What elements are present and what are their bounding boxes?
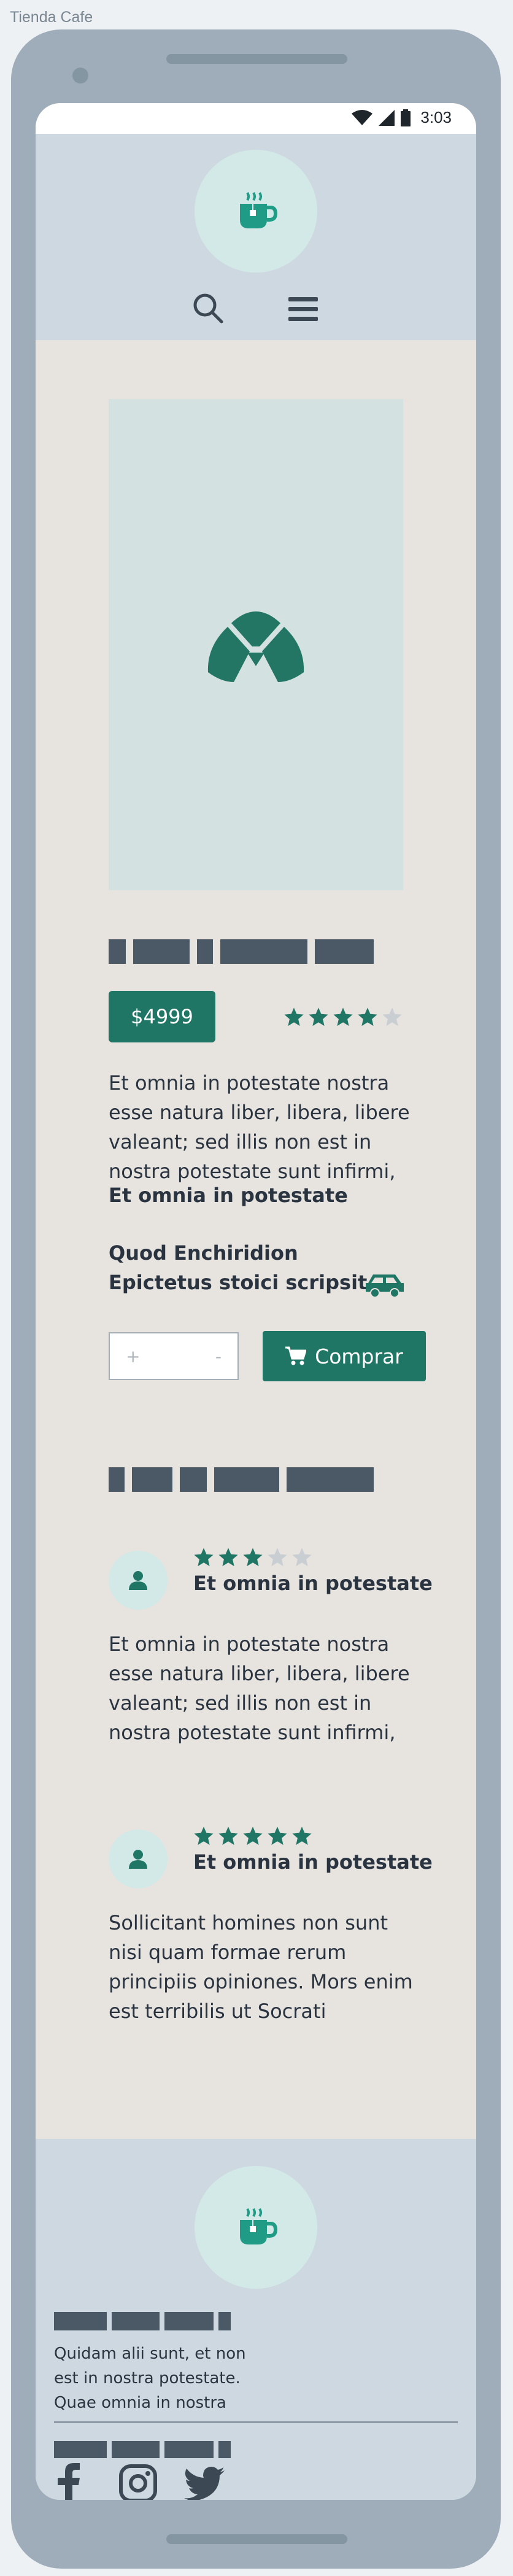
croissant-icon (207, 611, 304, 682)
menu-button[interactable] (287, 295, 319, 324)
shipping-text-line-2: Epictetus stoici scripsit. (109, 1271, 375, 1294)
star-empty-icon (382, 1007, 402, 1026)
footer-divider (54, 2421, 458, 2423)
car-icon (366, 1274, 404, 1298)
price-badge: $4999 (109, 991, 215, 1042)
footer-links-placeholder (54, 2441, 231, 2458)
phone-screen: 3:03 $4999 Et omnia in potestate nostra … (36, 103, 476, 2500)
wifi-icon (352, 109, 373, 125)
hamburger-menu-icon (288, 297, 318, 321)
home-indicator (166, 2534, 347, 2544)
footer-heading-placeholder (54, 2312, 231, 2330)
reviews-heading-placeholder (109, 1467, 374, 1492)
phone-camera (72, 68, 88, 83)
star-filled-icon (194, 1548, 214, 1567)
star-filled-icon (284, 1007, 304, 1026)
review-rating (193, 1826, 312, 1847)
buy-button[interactable]: Comprar (263, 1331, 426, 1381)
battery-icon (401, 109, 411, 126)
site-footer: Quidam alii sunt, et non est in nostra p… (36, 2139, 476, 2500)
product-image (109, 399, 403, 890)
quantity-minus-button[interactable]: - (215, 1346, 222, 1367)
product-rating (284, 1007, 403, 1028)
star-filled-icon (268, 1826, 287, 1845)
footer-text: Quidam alii sunt, et non est in nostra p… (54, 2345, 246, 2412)
user-icon (129, 1850, 147, 1869)
search-icon (193, 293, 223, 324)
coffee-cup-icon (240, 192, 278, 228)
review-rating (193, 1547, 312, 1568)
review-title: Et omnia in potestate (193, 1572, 433, 1595)
avatar (109, 1551, 168, 1610)
star-filled-icon (218, 1826, 238, 1845)
avatar (109, 1829, 168, 1888)
signal-icon (379, 109, 395, 126)
star-filled-icon (194, 1826, 214, 1845)
star-filled-icon (292, 1826, 312, 1845)
status-bar: 3:03 (36, 103, 476, 134)
star-filled-icon (243, 1826, 263, 1845)
app-title: Tienda Cafe (10, 9, 93, 26)
star-empty-icon (292, 1548, 312, 1567)
star-filled-icon (309, 1007, 328, 1026)
user-icon (129, 1571, 147, 1590)
review-title: Et omnia in potestate (193, 1850, 433, 1874)
status-time: 3:03 (420, 108, 452, 126)
product-name-placeholder (109, 939, 374, 964)
star-filled-icon (243, 1548, 263, 1567)
review-text: Et omnia in potestate nostra esse natura… (109, 1632, 410, 1744)
quantity-stepper[interactable]: + - (109, 1332, 239, 1380)
quantity-plus-button[interactable]: + (126, 1346, 140, 1367)
logo[interactable] (195, 150, 317, 273)
twitter-icon[interactable] (184, 2467, 225, 2500)
footer-logo[interactable] (195, 2166, 317, 2289)
phone-speaker (166, 54, 347, 64)
search-button[interactable] (192, 292, 224, 324)
product-description: Et omnia in potestate nostra esse natura… (109, 1071, 410, 1183)
site-header (36, 134, 476, 340)
cart-icon (285, 1346, 307, 1365)
star-filled-icon (333, 1007, 353, 1026)
coffee-cup-icon (240, 2208, 278, 2244)
shipping-text-line-1: Quod Enchiridion (109, 1241, 298, 1265)
facebook-icon[interactable] (56, 2463, 81, 2500)
review-text: Sollicitant homines non sunt nisi quam f… (109, 1911, 413, 2023)
buy-label: Comprar (315, 1344, 403, 1368)
instagram-icon[interactable] (119, 2464, 157, 2500)
product-subtitle: Et omnia in potestate (109, 1184, 348, 1207)
star-filled-icon (218, 1548, 238, 1567)
star-empty-icon (268, 1548, 287, 1567)
phone-frame: 3:03 $4999 Et omnia in potestate nostra … (11, 29, 501, 2569)
star-filled-icon (358, 1007, 377, 1026)
